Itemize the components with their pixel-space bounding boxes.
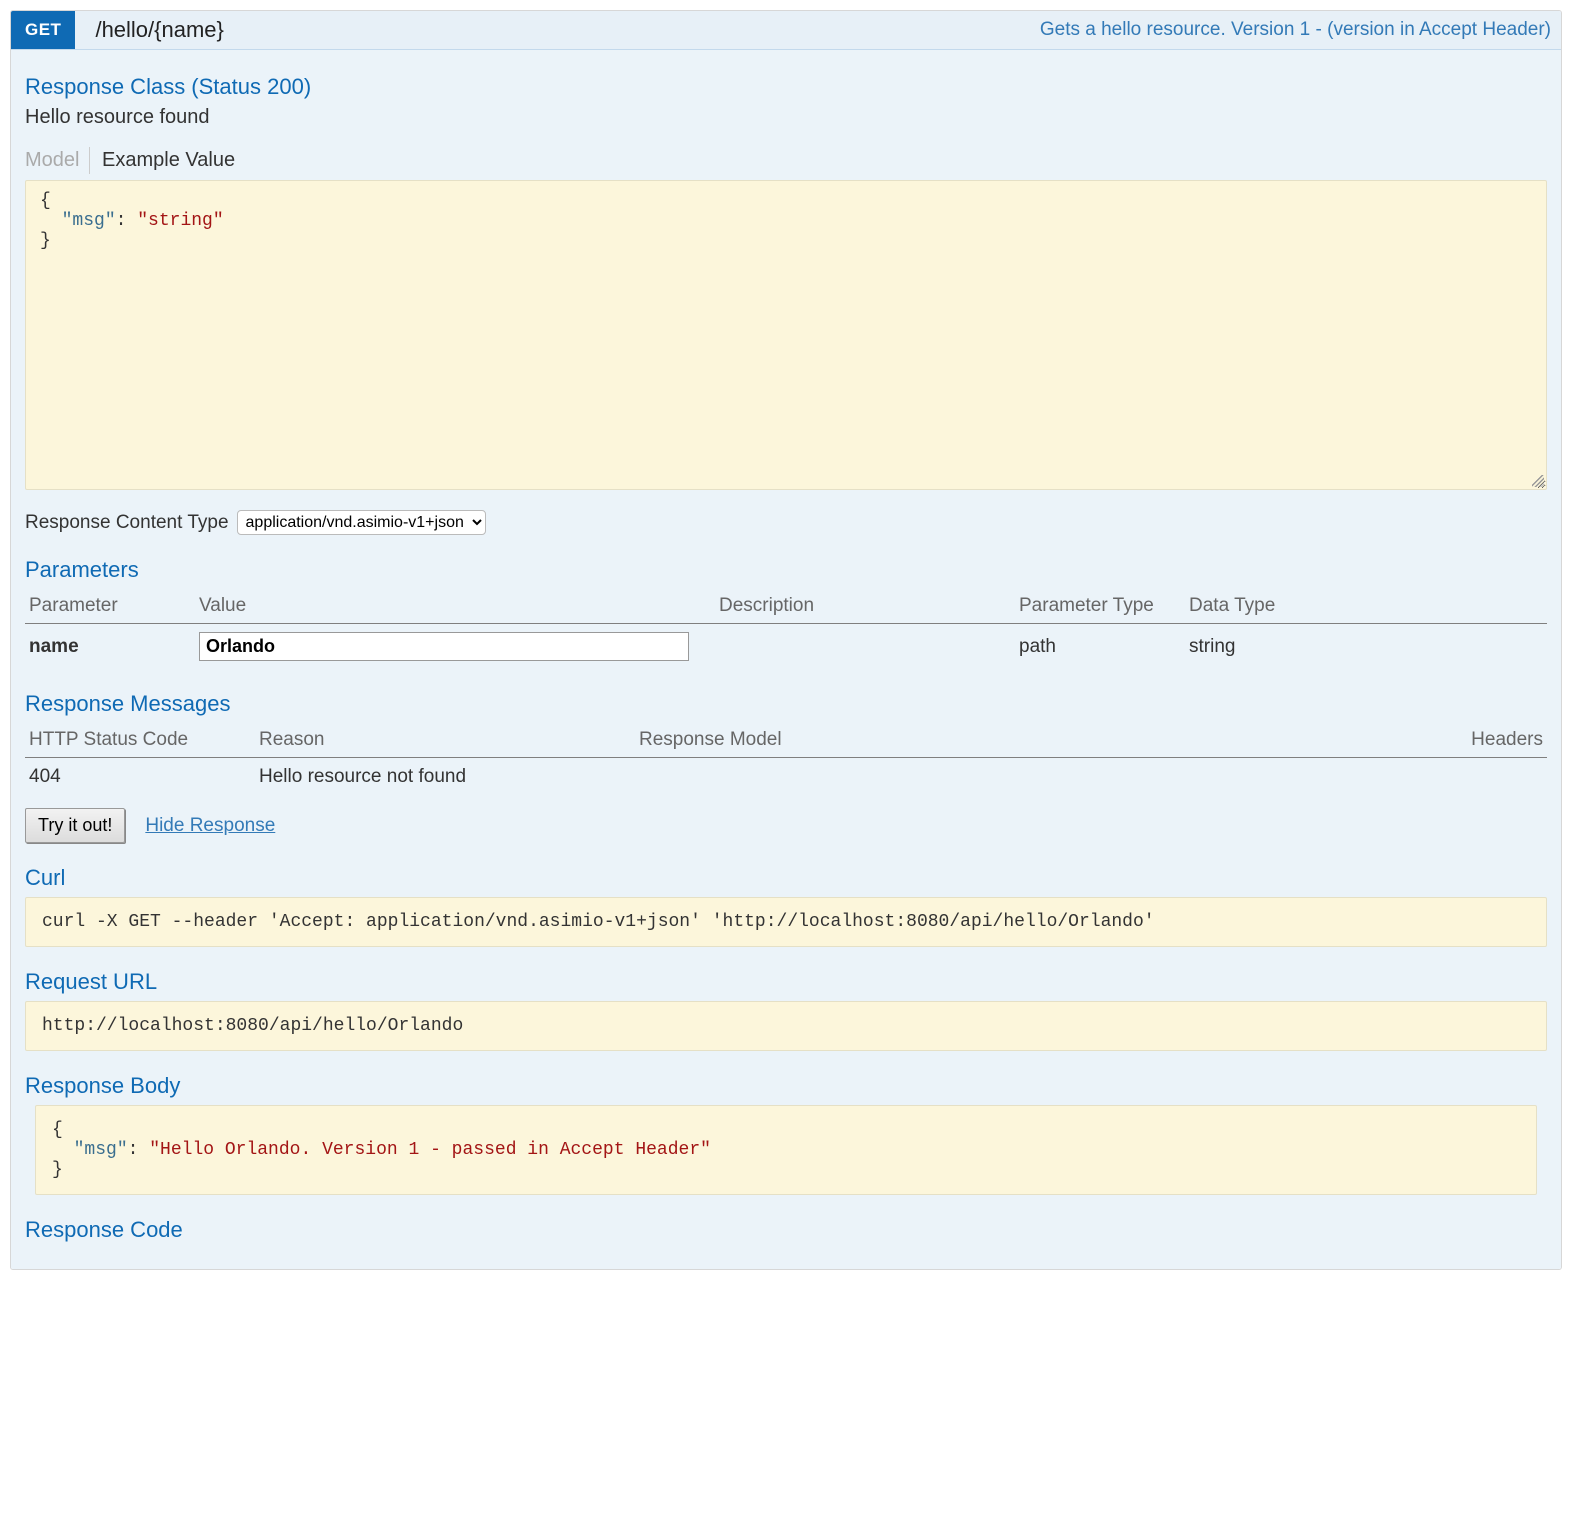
table-row: 404 Hello resource not found — [25, 758, 1547, 797]
parameters-header-description: Description — [715, 589, 1015, 624]
response-body-title: Response Body — [25, 1073, 1547, 1099]
parameters-header-data-type: Data Type — [1185, 589, 1547, 624]
try-it-out-button[interactable]: Try it out! — [25, 808, 125, 843]
operation-header[interactable]: GET /hello/{name} Gets a hello resource.… — [11, 11, 1561, 50]
http-method-badge: GET — [11, 11, 75, 49]
request-url-title: Request URL — [25, 969, 1547, 995]
curl-command-box[interactable]: curl -X GET --header 'Accept: applicatio… — [25, 897, 1547, 947]
parameter-name: name — [25, 624, 195, 670]
operation-panel: GET /hello/{name} Gets a hello resource.… — [10, 10, 1562, 1270]
hide-response-link[interactable]: Hide Response — [145, 815, 275, 837]
response-content-type-label: Response Content Type — [25, 512, 229, 534]
response-message-model — [635, 758, 1427, 797]
operation-path[interactable]: /hello/{name} — [75, 17, 223, 43]
response-message-headers — [1427, 758, 1547, 797]
request-url-box[interactable]: http://localhost:8080/api/hello/Orlando — [25, 1001, 1547, 1051]
parameters-title: Parameters — [25, 557, 1547, 583]
response-body-box[interactable]: { "msg": "Hello Orlando. Version 1 - pas… — [35, 1105, 1537, 1195]
response-messages-title: Response Messages — [25, 691, 1547, 717]
response-messages-header-status: HTTP Status Code — [25, 723, 255, 758]
response-messages-table: HTTP Status Code Reason Response Model H… — [25, 723, 1547, 796]
operation-summary[interactable]: Gets a hello resource. Version 1 - (vers… — [1040, 19, 1561, 41]
response-class-tabs: Model Example Value — [25, 147, 1547, 174]
parameters-header-parameter-type: Parameter Type — [1015, 589, 1185, 624]
response-messages-header-model: Response Model — [635, 723, 1427, 758]
parameters-header-value: Value — [195, 589, 715, 624]
response-messages-header-headers: Headers — [1427, 723, 1547, 758]
parameters-header-parameter: Parameter — [25, 589, 195, 624]
actions-row: Try it out! Hide Response — [25, 808, 1547, 843]
curl-title: Curl — [25, 865, 1547, 891]
response-content-type-select[interactable]: application/vnd.asimio-v1+json — [237, 510, 486, 535]
response-message-status: 404 — [25, 758, 255, 797]
parameter-value-cell — [195, 624, 715, 670]
parameters-table: Parameter Value Description Parameter Ty… — [25, 589, 1547, 669]
tab-example-value[interactable]: Example Value — [102, 147, 241, 174]
parameter-description — [715, 624, 1015, 670]
response-message-reason: Hello resource not found — [255, 758, 635, 797]
parameter-value-input[interactable] — [199, 632, 689, 661]
parameter-data-type: string — [1185, 624, 1547, 670]
parameter-type: path — [1015, 624, 1185, 670]
response-code-title: Response Code — [25, 1217, 1547, 1243]
response-content-type-row: Response Content Type application/vnd.as… — [25, 510, 1547, 535]
response-class-description: Hello resource found — [25, 106, 1547, 129]
table-row: name path string — [25, 624, 1547, 670]
example-value-box[interactable]: { "msg": "string" } — [25, 180, 1547, 490]
response-messages-header-reason: Reason — [255, 723, 635, 758]
response-class-title: Response Class (Status 200) — [25, 74, 1547, 100]
tab-model[interactable]: Model — [25, 147, 90, 174]
operation-body: Response Class (Status 200) Hello resour… — [11, 50, 1561, 1269]
